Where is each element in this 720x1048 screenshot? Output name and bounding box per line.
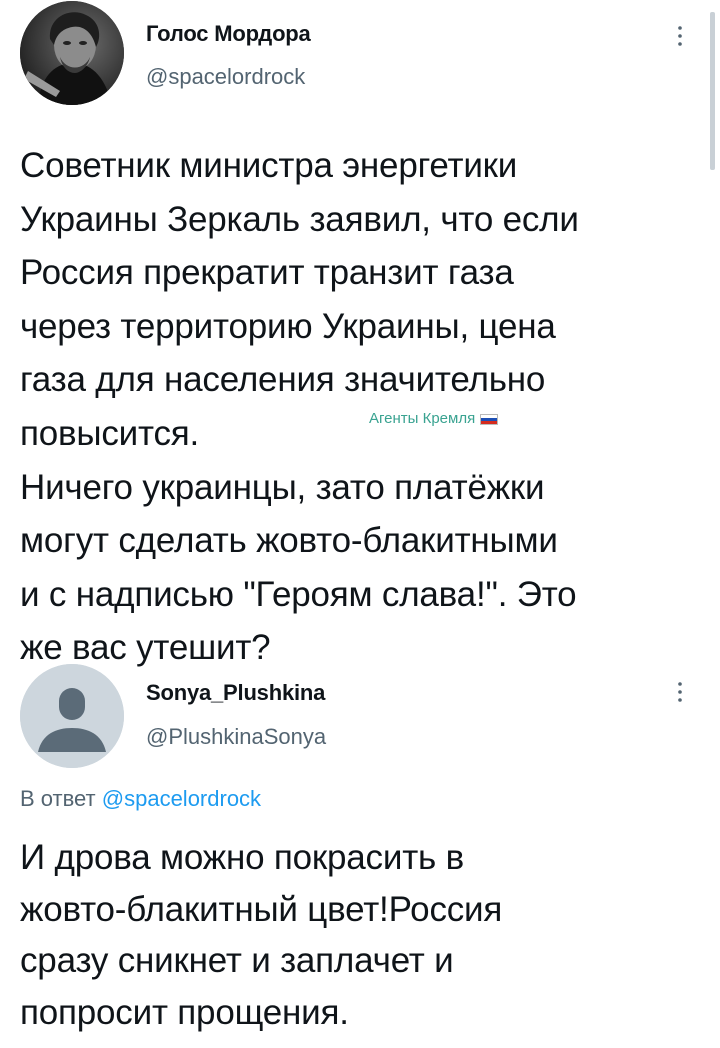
username-handle[interactable]: @PlushkinaSonya xyxy=(146,724,326,750)
russian-flag-icon xyxy=(480,413,499,425)
avatar[interactable] xyxy=(20,664,124,768)
default-avatar-icon xyxy=(20,664,124,768)
display-name[interactable]: Голос Мордора xyxy=(146,21,311,47)
reply-tweet[interactable]: Sonya_Plushkina @PlushkinaSonya В ответ … xyxy=(0,660,720,1048)
tweet-text-line: попросит прощения. xyxy=(20,992,349,1032)
tweet-text-line: Ничего украинцы, зато платёжки xyxy=(20,467,545,507)
tweet-text-line: и с надписью "Героям слава!". Это xyxy=(20,574,577,614)
tweet-text: И дрова можно покрасить в жовто-блакитны… xyxy=(20,832,710,1038)
reply-to-handle-link[interactable]: @spacelordrock xyxy=(102,786,261,811)
tweet[interactable]: Голос Мордора @spacelordrock Советник ми… xyxy=(0,0,720,667)
tweet-text-line: повысится. xyxy=(20,413,200,453)
avatar-photo xyxy=(20,1,124,105)
tweet-text-line: И дрова можно покрасить в xyxy=(20,838,464,877)
watermark-text: Агенты Кремля xyxy=(369,410,476,427)
watermark: Агенты Кремля xyxy=(369,410,499,427)
display-name[interactable]: Sonya_Plushkina xyxy=(146,680,325,706)
tweet-text-line: могут сделать жовто-блакитными xyxy=(20,521,558,561)
tweet-text-line: Россия прекратит транзит газа xyxy=(20,253,514,293)
tweet-text-line: Украины Зеркаль заявил, что если xyxy=(20,199,579,239)
tweet-text-line: газа для населения значительно xyxy=(20,360,546,400)
username-handle[interactable]: @spacelordrock xyxy=(146,64,305,90)
tweet-text-line: Советник министра энергетики xyxy=(20,146,518,185)
more-vertical-icon[interactable] xyxy=(670,678,690,706)
tweet-text-line: через территорию Украины, цена xyxy=(20,306,556,346)
tweet-text: Советник министра энергетики Украины Зер… xyxy=(20,139,710,675)
tweet-text-line: сразу сникнет и заплачет и xyxy=(20,941,454,980)
avatar[interactable] xyxy=(20,1,124,105)
tweet-text-line: жовто-блакитный цвет!Россия xyxy=(20,889,503,929)
reply-context: В ответ @spacelordrock xyxy=(20,786,261,812)
reply-prefix: В ответ xyxy=(20,786,96,811)
more-vertical-icon[interactable] xyxy=(670,22,690,50)
